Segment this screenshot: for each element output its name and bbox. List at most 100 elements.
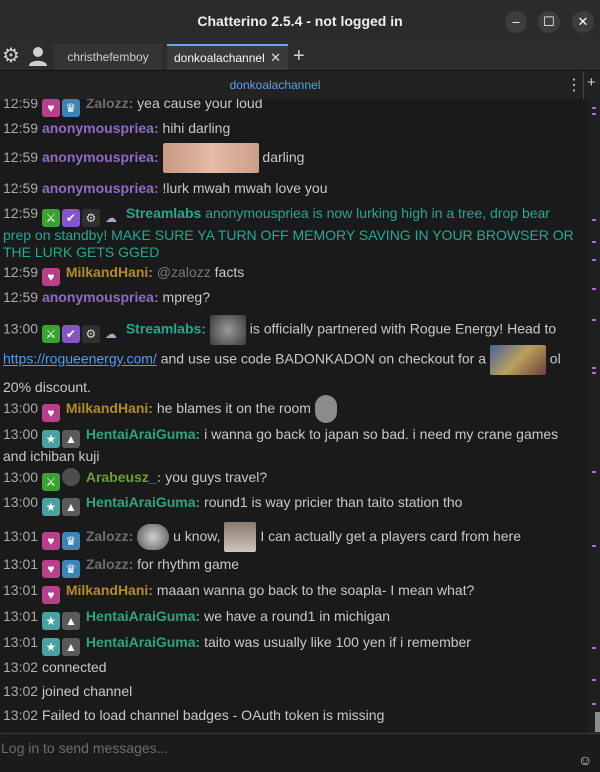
- timestamp: 13:00: [3, 320, 39, 337]
- face-emote-image[interactable]: [314, 395, 337, 424]
- message-text: Failed to load channel badges - OAuth to…: [41, 707, 385, 723]
- triangle-badge-icon[interactable]: ▲: [61, 612, 80, 630]
- add-tab-button[interactable]: +: [293, 44, 305, 68]
- message-text: taito was usually like 100 yen if i reme…: [204, 634, 471, 650]
- timestamp: 13:00: [3, 469, 39, 485]
- maximize-button[interactable]: ☐: [538, 11, 560, 33]
- timestamp: 12:59: [3, 264, 39, 280]
- sword-badge-icon[interactable]: ⚔: [41, 324, 60, 343]
- username[interactable]: anonymouspriea:: [42, 289, 159, 305]
- settings-gear-icon[interactable]: ⚙: [0, 43, 22, 69]
- mention[interactable]: @zalozz: [157, 264, 211, 280]
- bot-badge-icon[interactable]: ☁: [102, 209, 120, 227]
- system-message: 13:02 joined channel: [3, 683, 581, 700]
- message-text: u know,: [173, 528, 221, 544]
- tab-close-icon[interactable]: ✕: [270, 46, 281, 70]
- system-message: 13:02 Failed to load channel badges - OA…: [3, 707, 581, 724]
- timestamp: 12:59: [3, 149, 39, 165]
- username[interactable]: HentaiAraiGuma:: [86, 494, 200, 510]
- timestamp: 12:59: [3, 180, 39, 196]
- chat-message: 12:59 ♥ ♛ Zalozz: yea cause your loud: [3, 99, 581, 117]
- triangle-badge-icon[interactable]: ▲: [61, 430, 80, 448]
- tab-label: christhefemboy: [67, 50, 149, 64]
- chat-log[interactable]: 12:59 ♥ ♛ Zalozz: yea cause your loud 12:…: [0, 99, 588, 733]
- triangle-badge-icon[interactable]: ▲: [61, 498, 80, 516]
- cartoon-emote-image[interactable]: [489, 345, 546, 375]
- seal-emote-image[interactable]: [224, 522, 257, 553]
- timestamp: 12:59: [3, 120, 39, 136]
- person-icon: [29, 47, 47, 66]
- close-button[interactable]: ✕: [572, 11, 594, 33]
- username[interactable]: anonymouspriea:: [42, 120, 159, 136]
- heart-badge-icon[interactable]: ♥: [41, 586, 60, 604]
- highlight-marker: [592, 219, 596, 221]
- timestamp: 13:01: [3, 634, 39, 650]
- bot-badge-icon[interactable]: ☁: [102, 325, 120, 343]
- avatar-badge-icon[interactable]: [61, 468, 80, 486]
- username[interactable]: HentaiAraiGuma:: [86, 634, 200, 650]
- scrollbar-thumb[interactable]: [595, 712, 600, 732]
- username[interactable]: Streamlabs:: [126, 321, 206, 337]
- channel-title[interactable]: donkoalachannel: [0, 78, 550, 92]
- highlight-marker: [592, 113, 596, 115]
- username[interactable]: Zalozz:: [86, 99, 133, 111]
- username[interactable]: HentaiAraiGuma:: [86, 426, 200, 442]
- add-split-button[interactable]: +: [587, 74, 596, 91]
- heart-badge-icon[interactable]: ♥: [41, 560, 60, 578]
- face-emote-image[interactable]: [162, 143, 259, 174]
- username[interactable]: MilkandHani:: [66, 400, 153, 416]
- username[interactable]: Zalozz:: [86, 556, 133, 572]
- star-badge-icon[interactable]: ★: [41, 430, 60, 448]
- star-badge-icon[interactable]: ★: [41, 612, 60, 630]
- sword-badge-icon[interactable]: ⚔: [41, 209, 60, 227]
- username[interactable]: Arabeusz_:: [86, 469, 161, 485]
- username[interactable]: HentaiAraiGuma:: [86, 608, 200, 624]
- timestamp: 12:59: [3, 289, 39, 305]
- timestamp: 13:02: [3, 683, 39, 699]
- heart-badge-icon[interactable]: ♥: [41, 532, 60, 550]
- split-menu-icon[interactable]: ⋮: [566, 75, 582, 95]
- verified-badge-icon[interactable]: ✔: [61, 324, 80, 343]
- highlight-marker: [592, 471, 596, 473]
- gear-badge-icon[interactable]: ⚙: [81, 324, 100, 343]
- heart-badge-icon[interactable]: ♥: [41, 404, 60, 422]
- message-input-area[interactable]: Log in to send messages... ☺: [0, 734, 600, 772]
- gear-badge-icon[interactable]: ⚙: [81, 209, 100, 227]
- crown-badge-icon[interactable]: ♛: [61, 560, 80, 578]
- triangle-badge-icon[interactable]: ▲: [61, 638, 80, 656]
- heart-badge-icon[interactable]: ♥: [41, 99, 60, 117]
- message-text: for rhythm game: [137, 556, 240, 572]
- chat-message: 13:00 ★ ▲ HentaiAraiGuma: round1 is way p…: [3, 494, 581, 516]
- star-badge-icon[interactable]: ★: [41, 498, 60, 516]
- message-input[interactable]: Log in to send messages...: [1, 740, 168, 756]
- tab-bar: ⚙ christhefemboy donkoalachannel ✕ +: [0, 43, 600, 70]
- crown-badge-icon[interactable]: ♛: [61, 532, 80, 550]
- message-text: maaan wanna go back to the soapla- I mea…: [156, 582, 475, 598]
- system-message: 13:02 connected: [3, 659, 581, 676]
- tab-donkoalachannel[interactable]: donkoalachannel ✕: [167, 44, 288, 70]
- star-badge-icon[interactable]: ★: [41, 638, 60, 656]
- username[interactable]: MilkandHani:: [66, 264, 153, 280]
- verified-badge-icon[interactable]: ✔: [61, 209, 80, 227]
- username[interactable]: anonymouspriea:: [42, 180, 159, 196]
- timestamp: 13:01: [3, 556, 39, 572]
- username[interactable]: MilkandHani:: [66, 582, 153, 598]
- message-text: round1 is way pricier than taito station…: [204, 494, 463, 510]
- minimize-button[interactable]: –: [505, 11, 527, 33]
- emoji-icon[interactable]: ☺: [578, 752, 592, 768]
- chat-message: 13:01 ♥ ♛ Zalozz: for rhythm game: [3, 556, 581, 578]
- username[interactable]: Zalozz:: [86, 528, 133, 544]
- seal-emote-image[interactable]: [137, 524, 170, 551]
- username[interactable]: anonymouspriea:: [42, 149, 159, 165]
- rogue-energy-link[interactable]: https://rogueenergy.com/: [3, 351, 157, 367]
- chat-scrollbar[interactable]: [588, 99, 600, 733]
- crown-badge-icon[interactable]: ♛: [61, 99, 80, 117]
- sword-badge-icon[interactable]: ⚔: [41, 473, 60, 491]
- highlight-marker: [592, 259, 596, 261]
- highlight-marker: [592, 241, 596, 243]
- account-icon[interactable]: [26, 43, 50, 69]
- username[interactable]: Streamlabs: [126, 205, 201, 221]
- tab-christhefemboy[interactable]: christhefemboy: [54, 44, 162, 70]
- koala-emote-image[interactable]: [209, 315, 246, 345]
- heart-badge-icon[interactable]: ♥: [41, 268, 60, 286]
